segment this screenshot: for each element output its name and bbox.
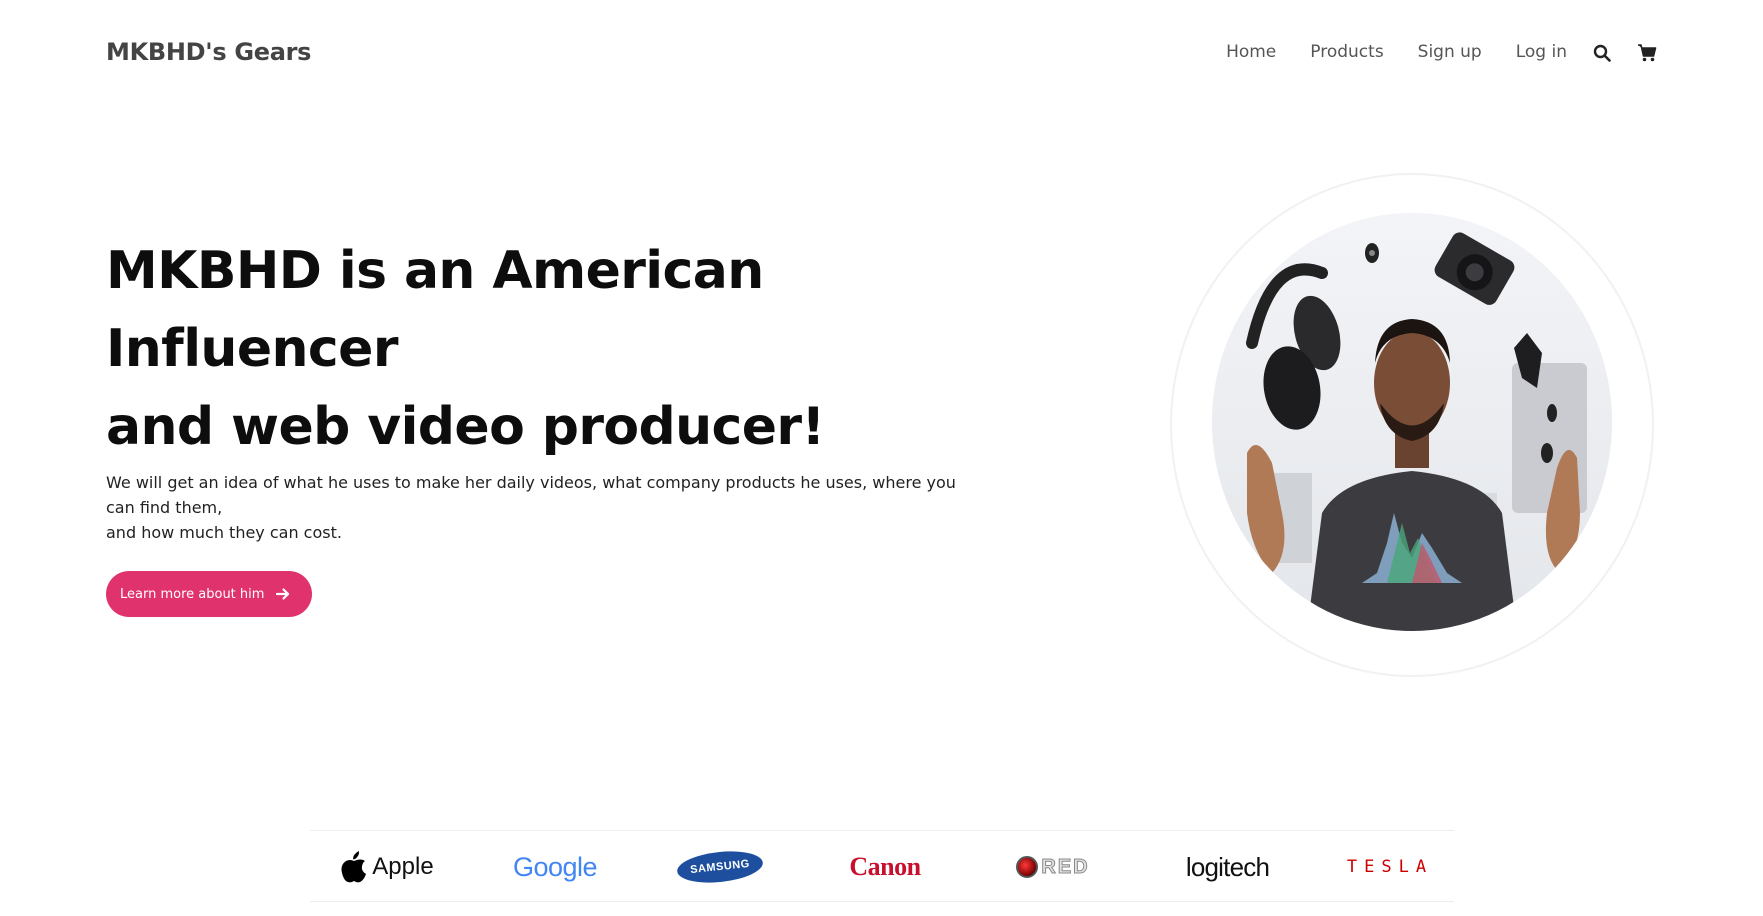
brand-logo-apple[interactable]: Apple (332, 831, 442, 903)
brand-logo-red[interactable]: RED (998, 831, 1108, 903)
search-icon[interactable] (1593, 44, 1611, 62)
brand-logo-text[interactable]: MKBHD's Gears (106, 38, 311, 66)
nav-link-products[interactable]: Products (1310, 42, 1383, 62)
red-dot-icon (1016, 856, 1039, 878)
brand-logo-samsung[interactable]: SAMSUNG (665, 831, 775, 903)
brand-name-samsung: SAMSUNG (675, 847, 765, 887)
nav-links: Home Products Sign up Log in (1226, 42, 1567, 62)
brand-logo-google[interactable]: Google (500, 831, 610, 903)
nav-link-signup[interactable]: Sign up (1418, 42, 1482, 62)
arrow-right-icon (276, 587, 290, 601)
learn-more-label: Learn more about him (120, 586, 265, 602)
brand-logo-logitech[interactable]: logitech (1165, 831, 1290, 903)
brand-name-apple: Apple (372, 853, 434, 880)
nav-icons (1593, 44, 1657, 62)
learn-more-button[interactable]: Learn more about him (106, 571, 313, 617)
hero-title-line: and web video producer! (106, 397, 825, 457)
brand-name-logitech: logitech (1185, 851, 1270, 882)
brand-logo-canon[interactable]: Canon (830, 831, 940, 903)
brand-logos-strip: Apple Google SAMSUNG Canon RED logitech … (310, 830, 1454, 902)
hero-title-line: MKBHD is an American (106, 241, 764, 301)
brand-name-canon: Canon (849, 852, 921, 881)
brand-name-google: Google (512, 851, 598, 882)
hero-description: We will get an idea of what he uses to m… (106, 470, 976, 545)
nav-link-home[interactable]: Home (1226, 42, 1276, 62)
hero-title: MKBHD is an American Influencer and web … (106, 232, 826, 466)
hero-title-line: Influencer (106, 319, 398, 379)
brand-name-tesla: TESLA (1346, 857, 1434, 877)
hero-description-line: and how much they can cost. (106, 523, 342, 542)
top-navbar: MKBHD's Gears Home Products Sign up Log … (0, 0, 1763, 100)
apple-icon (340, 851, 368, 883)
brand-logo-tesla[interactable]: TESLA (1335, 831, 1445, 903)
hero-description-line: We will get an idea of what he uses to m… (106, 473, 956, 517)
nav-link-login[interactable]: Log in (1516, 42, 1567, 62)
hero-photo (1212, 213, 1612, 631)
brand-name-red: RED (1041, 855, 1090, 878)
cart-icon[interactable] (1637, 44, 1657, 62)
